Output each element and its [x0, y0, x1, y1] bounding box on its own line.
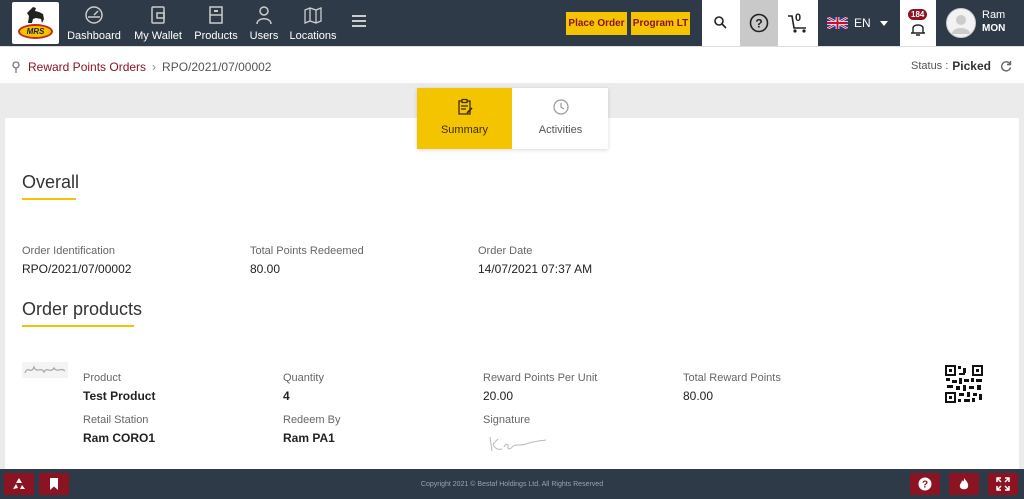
- fire-icon: [959, 478, 969, 490]
- hamburger-menu-icon[interactable]: [352, 15, 366, 29]
- avatar-placeholder-icon: [952, 15, 970, 34]
- cart-button[interactable]: 0: [778, 0, 818, 46]
- reward-points-per-unit-value: 20.00: [483, 389, 514, 403]
- total-points-label: Total Points Redeemed: [250, 245, 364, 257]
- signature-label: Signature: [483, 414, 531, 426]
- tab-bar: Summary Activities: [417, 88, 608, 149]
- redeem-by-value: Ram PA1: [283, 431, 335, 445]
- breadcrumb: Reward Points Orders › RPO/2021/07/00002: [12, 60, 271, 74]
- clipboard-icon: [457, 98, 473, 115]
- top-navbar: MRS Dashboard My Wallet Products Users L…: [0, 0, 1024, 46]
- retail-station-label: Retail Station: [83, 414, 149, 426]
- nav-dashboard[interactable]: Dashboard: [66, 0, 122, 46]
- help-button[interactable]: ?: [740, 0, 778, 46]
- order-identification-label: Order Identification: [22, 245, 115, 257]
- product-label: Product: [83, 372, 121, 384]
- refresh-icon[interactable]: [1000, 60, 1012, 72]
- language-label: EN: [854, 16, 871, 30]
- logo[interactable]: MRS: [12, 2, 59, 44]
- overall-title: Overall: [22, 172, 80, 192]
- tab-summary-label: Summary: [440, 124, 489, 136]
- overall-underline: [22, 198, 76, 200]
- order-products-underline: [22, 325, 134, 327]
- horse-logo-icon: [27, 7, 44, 23]
- tab-activities[interactable]: Activities: [513, 88, 608, 149]
- order-identification-value: RPO/2021/07/00002: [22, 262, 132, 276]
- nav-users-label: Users: [249, 30, 279, 42]
- signature-image: [489, 436, 547, 452]
- place-order-button[interactable]: Place Order: [566, 12, 627, 35]
- total-reward-points-label: Total Reward Points: [683, 372, 781, 384]
- status-value: Picked: [952, 59, 991, 73]
- product-image: [22, 362, 68, 378]
- nav-products-label: Products: [194, 30, 238, 42]
- svg-text:?: ?: [922, 480, 928, 491]
- help-circle-icon: ?: [749, 13, 769, 33]
- products-icon: [209, 6, 223, 24]
- nav-dashboard-label: Dashboard: [67, 30, 121, 42]
- user-menu[interactable]: Ram MON: [936, 0, 1024, 46]
- help-icon: ?: [918, 477, 932, 491]
- breadcrumb-bar: Reward Points Orders › RPO/2021/07/00002…: [0, 46, 1024, 83]
- clock-icon: [552, 99, 569, 115]
- chevron-down-icon: [880, 21, 888, 26]
- bell-icon: [911, 24, 925, 36]
- user-icon: [256, 6, 272, 25]
- status-label: Status :: [911, 60, 949, 72]
- location-pin-icon: [12, 61, 20, 73]
- dashboard-icon: [85, 6, 103, 24]
- product-value: Test Product: [83, 389, 156, 403]
- map-icon: [304, 7, 322, 24]
- avatar: [946, 8, 976, 38]
- total-points-value: 80.00: [250, 262, 281, 276]
- quantity-label: Quantity: [283, 372, 324, 384]
- nav-products[interactable]: Products: [192, 0, 240, 46]
- expand-icon: [996, 477, 1010, 491]
- breadcrumb-reward-points-orders[interactable]: Reward Points Orders: [28, 60, 146, 74]
- user-name: Ram: [982, 9, 1006, 21]
- cart-count: 0: [795, 12, 802, 24]
- order-products-title: Order products: [22, 299, 143, 319]
- program-lt-button[interactable]: Program LT: [631, 12, 690, 35]
- chevron-right-icon: ›: [152, 60, 157, 74]
- nav-my-wallet[interactable]: My Wallet: [131, 0, 185, 46]
- copyright-text: Copyright 2021 © Bestaf Holdings Ltd. Al…: [420, 481, 604, 488]
- language-selector[interactable]: EN: [818, 0, 900, 46]
- tab-activities-label: Activities: [538, 124, 583, 136]
- fullscreen-button[interactable]: [988, 473, 1018, 495]
- fire-button[interactable]: [949, 473, 979, 495]
- nav-locations[interactable]: Locations: [288, 0, 338, 46]
- search-button[interactable]: [702, 0, 740, 46]
- uk-flag-icon: [827, 17, 848, 29]
- order-status: Status : Picked: [911, 59, 1012, 73]
- order-date-label: Order Date: [478, 245, 533, 257]
- notifications-button[interactable]: 184: [900, 0, 936, 46]
- footer: Copyright 2021 © Bestaf Holdings Ltd. Al…: [0, 469, 1024, 499]
- breadcrumb-current: RPO/2021/07/00002: [162, 60, 272, 74]
- svg-text:?: ?: [755, 17, 762, 31]
- help-footer-button[interactable]: ?: [910, 473, 940, 495]
- qr-code[interactable]: [944, 364, 984, 404]
- reward-points-per-unit-label: Reward Points Per Unit: [483, 372, 598, 384]
- redeem-by-label: Redeem By: [283, 414, 341, 426]
- order-date-value: 14/07/2021 07:37 AM: [478, 262, 593, 276]
- tab-summary[interactable]: Summary: [417, 88, 512, 149]
- nav-locations-label: Locations: [289, 30, 337, 42]
- total-reward-points-value: 80.00: [683, 389, 714, 403]
- search-icon: [714, 16, 727, 29]
- nav-users[interactable]: Users: [246, 0, 282, 46]
- wallet-icon: [151, 6, 165, 24]
- notification-count: 184: [908, 9, 928, 20]
- quantity-value: 4: [283, 389, 290, 403]
- nav-my-wallet-label: My Wallet: [134, 30, 182, 42]
- retail-station-value: Ram CORO1: [83, 431, 156, 445]
- user-role: MON: [982, 23, 1006, 34]
- logo-badge: MRS: [18, 24, 53, 39]
